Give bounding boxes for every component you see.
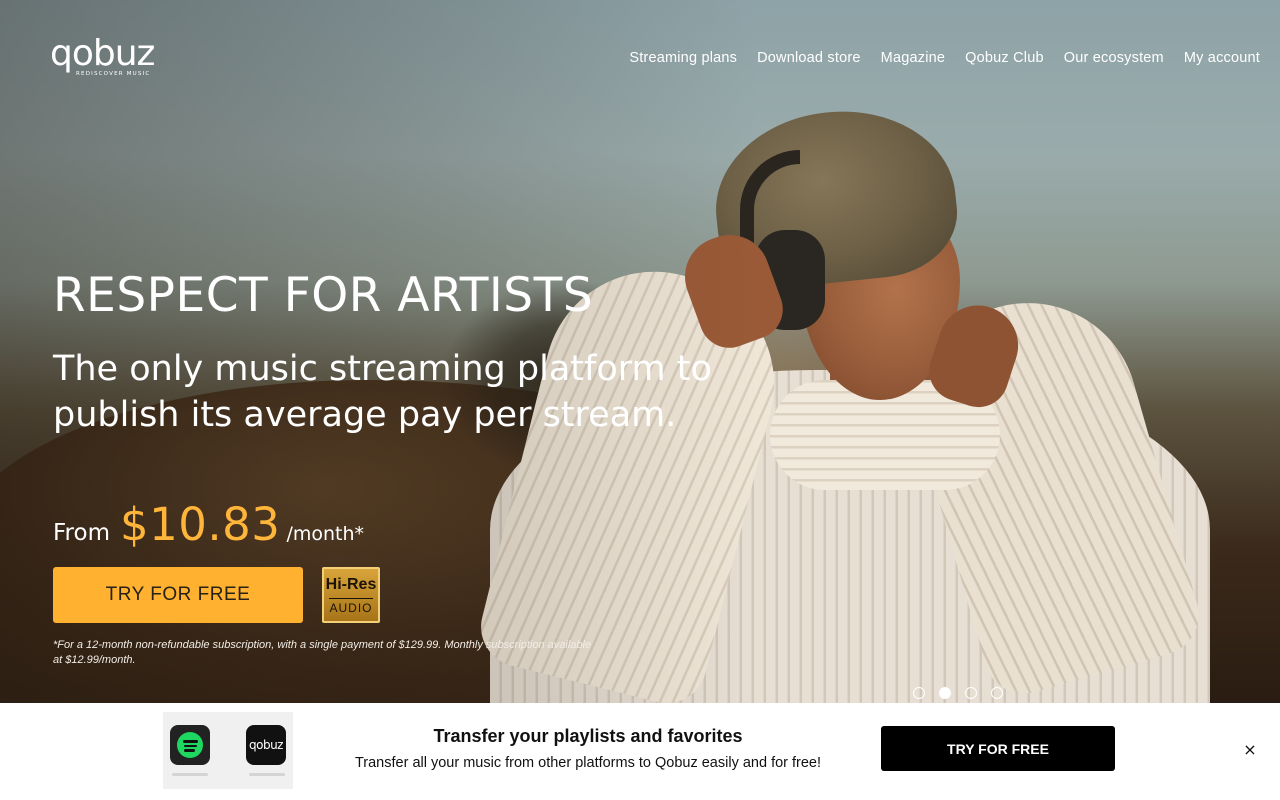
price-period: /month*	[286, 523, 365, 545]
spotify-label-placeholder	[172, 773, 208, 776]
hires-audio-badge: Hi-Res AUDIO	[322, 567, 380, 623]
hires-badge-top: Hi-Res	[325, 575, 377, 593]
logo-tagline: REDISCOVER MUSIC	[76, 71, 151, 77]
transfer-banner: qobuz Transfer your playlists and favori…	[0, 703, 1280, 800]
qobuz-app-icon: qobuz	[246, 725, 286, 765]
banner-app-icons: qobuz	[163, 712, 293, 789]
carousel-dot-3[interactable]	[965, 687, 977, 699]
main-nav: Streaming plans Download store Magazine …	[629, 50, 1260, 66]
banner-title: Transfer your playlists and favorites	[433, 726, 743, 746]
nav-qobuz-club[interactable]: Qobuz Club	[965, 50, 1044, 66]
qobuz-logo[interactable]: qobuz REDISCOVER MUSIC	[50, 36, 162, 82]
hires-badge-bottom: AUDIO	[329, 597, 373, 615]
logo-wordmark: qobuz	[50, 33, 155, 74]
carousel-dot-2[interactable]	[939, 687, 951, 699]
price-from-label: From	[53, 520, 110, 546]
hero-subheadline: The only music streaming platform to pub…	[53, 349, 712, 435]
carousel-dot-1[interactable]	[913, 687, 925, 699]
nav-my-account[interactable]: My account	[1184, 50, 1260, 66]
banner-try-for-free-button[interactable]: TRY FOR FREE	[881, 726, 1115, 771]
nav-our-ecosystem[interactable]: Our ecosystem	[1064, 50, 1164, 66]
try-for-free-button[interactable]: TRY FOR FREE	[53, 567, 303, 623]
spotify-icon	[170, 725, 210, 765]
nav-streaming-plans[interactable]: Streaming plans	[629, 50, 737, 66]
price-row: From $10.83 /month*	[53, 498, 364, 551]
banner-description: Transfer all your music from other platf…	[354, 755, 822, 771]
pricing-disclaimer: *For a 12-month non-refundable subscript…	[53, 639, 592, 666]
price-amount: $10.83	[119, 498, 281, 551]
hero-headline: RESPECT FOR ARTISTS	[53, 268, 594, 323]
qobuz-label-placeholder	[249, 773, 285, 776]
close-icon[interactable]: ×	[1241, 741, 1259, 759]
nav-magazine[interactable]: Magazine	[881, 50, 945, 66]
nav-download-store[interactable]: Download store	[757, 50, 861, 66]
carousel-dots	[913, 687, 1003, 699]
qobuz-app-icon-label: qobuz	[249, 738, 283, 752]
spotify-logo-circle	[177, 732, 203, 758]
carousel-dot-4[interactable]	[991, 687, 1003, 699]
